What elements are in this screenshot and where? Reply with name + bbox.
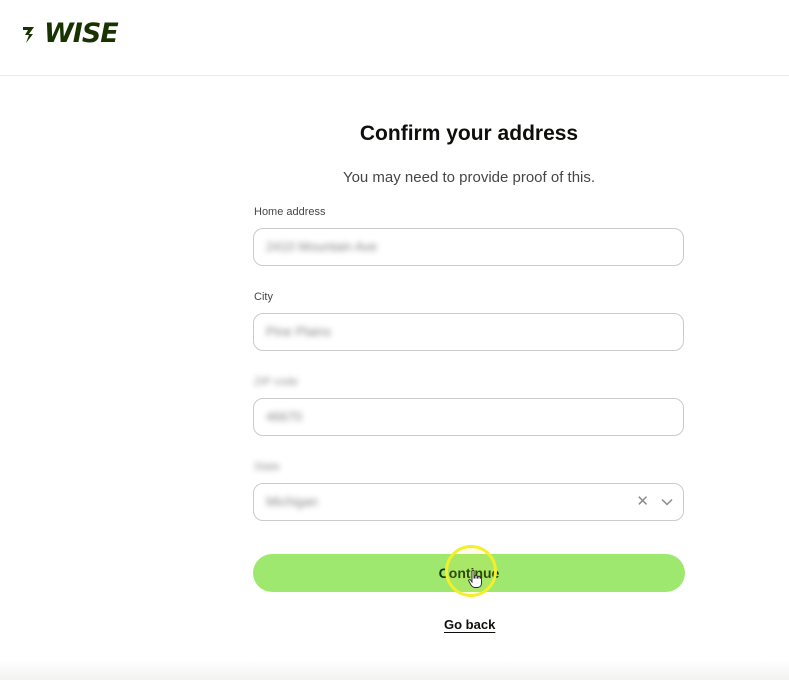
close-icon[interactable]: ✕ — [636, 493, 649, 511]
wise-flag-icon — [22, 23, 42, 45]
go-back-link[interactable]: Go back — [444, 617, 495, 632]
bottom-edge — [0, 660, 789, 680]
zip-label: ZIP code — [254, 376, 298, 388]
select-controls: ✕ — [636, 493, 673, 511]
wise-logo[interactable]: WISE — [22, 18, 119, 49]
state-label: State — [254, 461, 280, 473]
city-value: Pine Plains — [266, 324, 332, 339]
brand-name: WISE — [44, 18, 119, 49]
continue-button[interactable]: Continue — [253, 554, 685, 592]
city-field[interactable]: Pine Plains — [253, 313, 684, 351]
home-address-field[interactable]: 2410 Mountain Ave — [253, 228, 684, 266]
zip-value: 46670 — [266, 409, 303, 424]
top-header: WISE — [0, 0, 789, 76]
state-select[interactable]: Michigan ✕ — [253, 483, 684, 521]
page-subtitle: You may need to provide proof of this. — [342, 169, 596, 186]
city-label: City — [254, 291, 273, 303]
page-title: Confirm your address — [359, 122, 579, 145]
home-address-value: 2410 Mountain Ave — [266, 239, 378, 254]
chevron-down-icon[interactable] — [661, 498, 673, 506]
state-value: Michigan — [266, 494, 319, 509]
zip-field[interactable]: 46670 — [253, 398, 684, 436]
home-address-label: Home address — [254, 206, 326, 218]
